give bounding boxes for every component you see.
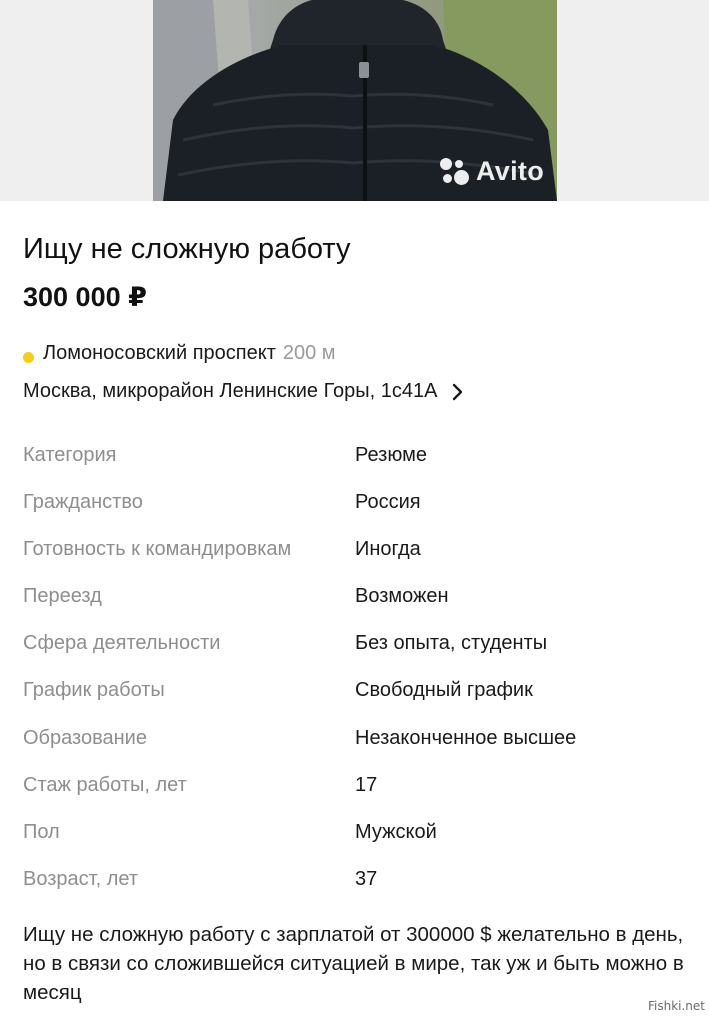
parameter-row: Пол Мужской bbox=[23, 821, 693, 868]
parameter-value: Без опыта, студенты bbox=[355, 632, 548, 655]
parameter-label: Категория bbox=[23, 444, 117, 466]
listing-description: Ищу не сложную работу с зарплатой от 300… bbox=[23, 923, 684, 1004]
metro-line-icon bbox=[23, 352, 34, 363]
parameter-value: Иногда bbox=[355, 538, 421, 561]
parameter-label: Сфера деятельности bbox=[23, 632, 221, 655]
photo-gallery[interactable]: Avito bbox=[0, 0, 709, 201]
listing-photo[interactable]: Avito bbox=[153, 0, 557, 201]
parameter-row: Готовность к командировкам Иногда bbox=[23, 538, 693, 585]
metro-distance: 200 м bbox=[282, 342, 336, 364]
parameter-row: График работы Свободный график bbox=[23, 679, 693, 726]
listing-title: Ищу не сложную работу bbox=[23, 233, 351, 265]
parameter-label: Стаж работы, лет bbox=[23, 773, 187, 796]
parameter-label: График работы bbox=[23, 679, 165, 702]
address-link[interactable]: Москва, микрорайон Ленинские Горы, 1с41А bbox=[23, 380, 464, 403]
parameter-value: Мужской bbox=[355, 820, 437, 843]
address-text: Москва, микрорайон Ленинские Горы, 1с41А bbox=[23, 380, 438, 402]
parameter-row: Сфера деятельности Без опыта, студенты bbox=[23, 632, 693, 679]
parameter-label: Образование bbox=[23, 726, 147, 749]
parameter-row: Переезд Возможен bbox=[23, 585, 693, 632]
parameter-value: Свободный график bbox=[355, 679, 533, 702]
source-watermark: Fishki.net bbox=[647, 999, 705, 1013]
parameter-row: Категория Резюме bbox=[23, 444, 693, 491]
avito-watermark: Avito bbox=[440, 156, 544, 187]
avito-watermark-text: Avito bbox=[476, 156, 544, 186]
parameter-value: Незаконченное высшее bbox=[355, 726, 577, 749]
parameter-label: Гражданство bbox=[23, 491, 143, 514]
listing-page: Avito Ищу не сложную работу 300 000 ₽ Ло… bbox=[0, 0, 709, 1017]
parameter-label: Пол bbox=[23, 820, 60, 843]
chevron-right-icon bbox=[452, 383, 462, 400]
listing-parameters: Категория Резюме Гражданство Россия Готовнос… bbox=[23, 444, 693, 915]
parameter-row: Образование Незаконченное высшее bbox=[23, 727, 693, 774]
parameter-value: 17 bbox=[355, 773, 378, 796]
parameter-label: Готовность к командировкам bbox=[23, 538, 292, 561]
parameter-label: Переезд bbox=[23, 585, 102, 608]
parameter-value: Россия bbox=[355, 491, 421, 514]
parameter-value: Резюме bbox=[355, 444, 427, 466]
parameter-value: 37 bbox=[355, 867, 378, 890]
metro-station: Ломоносовский проспект 200 м bbox=[23, 342, 336, 365]
avito-logo-icon bbox=[440, 157, 470, 187]
parameter-value: Возможен bbox=[355, 585, 449, 608]
parameter-row: Стаж работы, лет 17 bbox=[23, 774, 693, 821]
metro-station-name: Ломоносовский проспект bbox=[43, 342, 276, 364]
listing-price: 300 000 ₽ bbox=[23, 282, 147, 312]
parameter-row: Гражданство Россия bbox=[23, 491, 693, 538]
parameter-row: Возраст, лет 37 bbox=[23, 868, 693, 915]
parameter-label: Возраст, лет bbox=[23, 867, 138, 890]
